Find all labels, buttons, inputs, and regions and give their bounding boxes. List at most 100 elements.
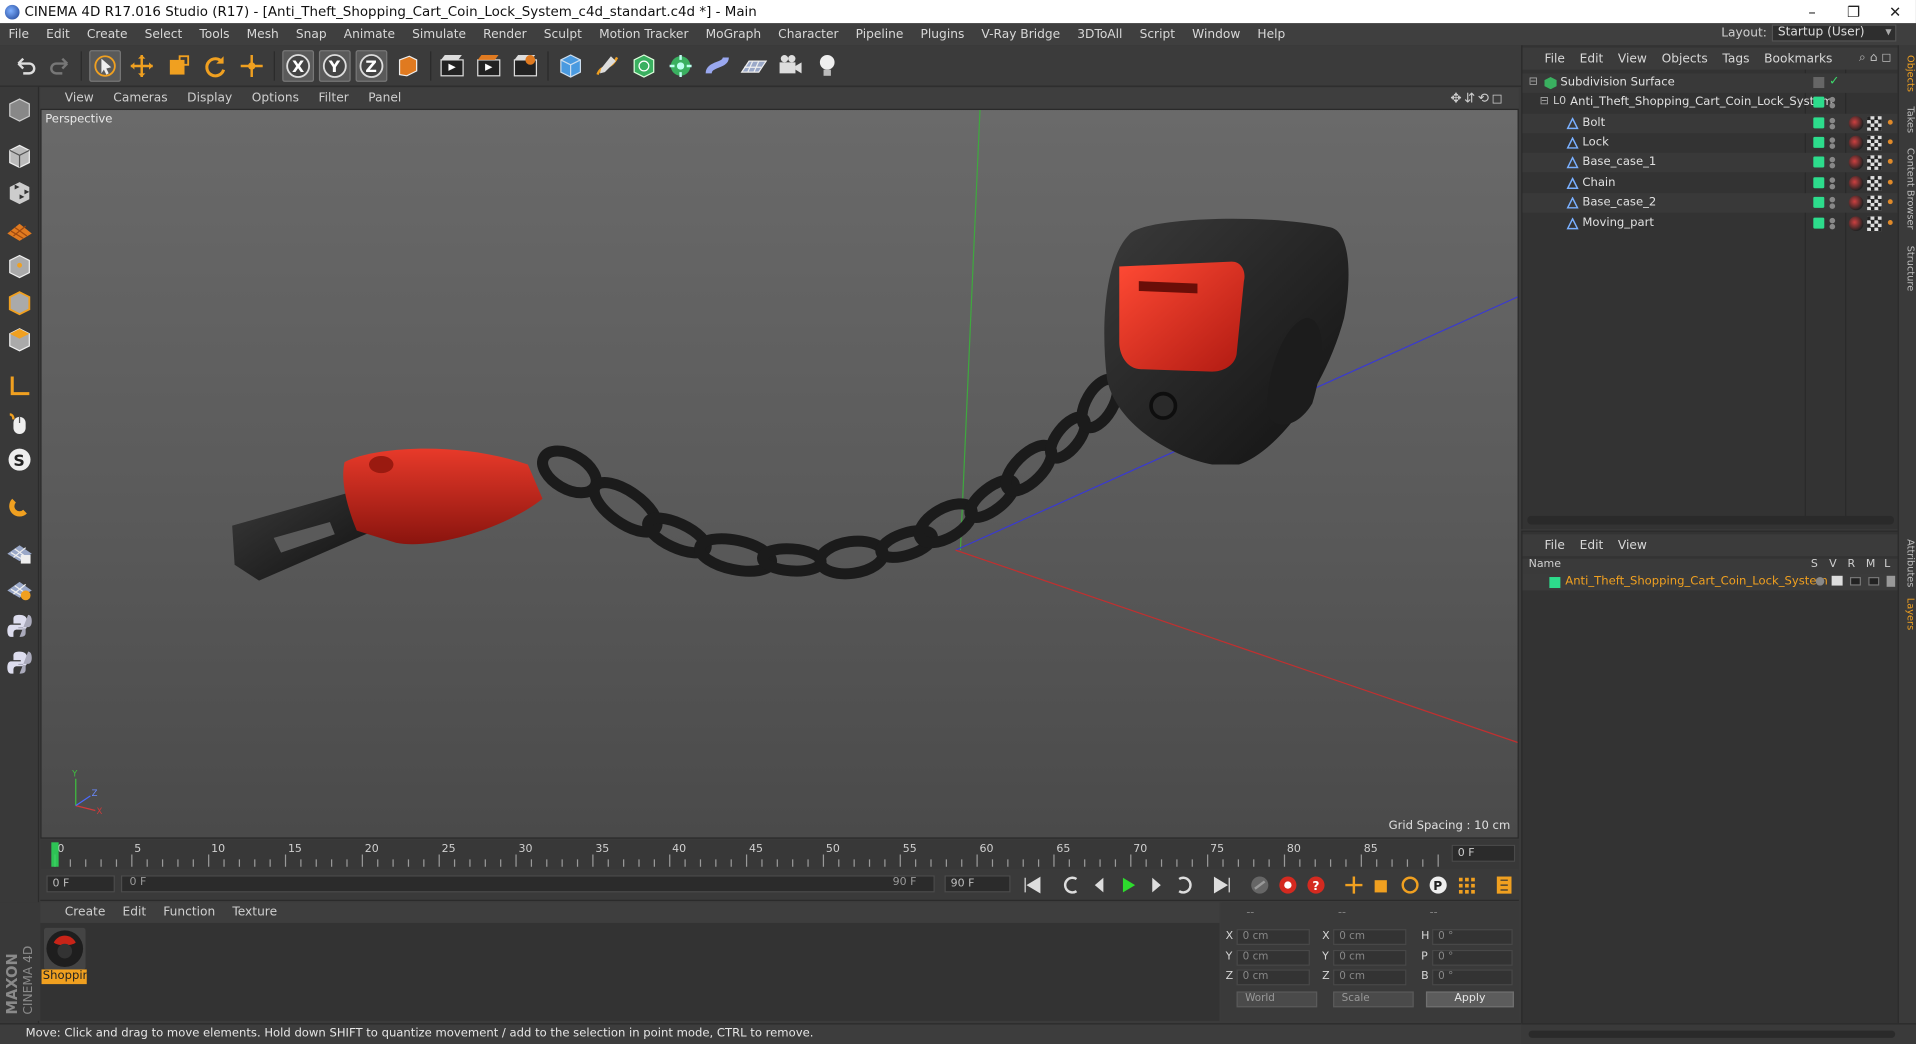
cloner-icon[interactable] [665,50,697,82]
viewport-menu-cameras[interactable]: Cameras [104,92,178,105]
keyframe-position-icon[interactable] [1342,873,1366,897]
render-to-picture-viewer-icon[interactable] [473,50,505,82]
coordinate-space-dropdown[interactable]: World [1236,991,1318,1008]
menu-character[interactable]: Character [770,28,847,41]
coord-pos-x-field[interactable]: 0 cm [1236,929,1310,945]
redo-icon[interactable] [44,50,76,82]
objects-horizontal-scrollbar[interactable] [1527,515,1894,525]
edges-mode-icon[interactable] [4,287,36,319]
make-editable-icon[interactable] [4,94,36,126]
objects-menu-edit[interactable]: Edit [1572,52,1610,65]
layer-col-view[interactable]: V [1829,559,1837,571]
menu-script[interactable]: Script [1131,28,1184,41]
coord-rot-h-field[interactable]: 0 ° [1432,929,1513,945]
polygons-mode-icon[interactable] [4,324,36,356]
menu-3dtoall[interactable]: 3DToAll [1069,28,1131,41]
layer-color-flag[interactable] [1813,136,1825,148]
collapse-icon[interactable]: ⊟ [1540,95,1549,107]
viewport-menu-options[interactable]: Options [242,92,309,105]
coord-size-z-field[interactable]: 0 cm [1333,969,1407,986]
play-forward-icon[interactable] [1116,873,1140,897]
layers-horizontal-scrollbar[interactable] [1528,1030,1896,1038]
menu-select[interactable]: Select [136,28,191,41]
menu-plugins[interactable]: Plugins [912,28,973,41]
render-view-icon[interactable] [436,50,468,82]
timeline-ruler[interactable]: 051015202530354045505560657075808590 0 F [40,839,1519,870]
keyframe-scale-icon[interactable] [1370,873,1394,897]
coord-rot-p-field[interactable]: 0 ° [1432,949,1513,966]
menu-render[interactable]: Render [475,28,536,41]
undo-icon[interactable] [10,50,42,82]
maximize-button[interactable]: ❐ [1833,0,1875,23]
layer-color-flag[interactable] [1813,177,1825,189]
visibility-dots[interactable]: ● ● [1829,156,1835,169]
pen-spline-icon[interactable] [591,50,623,82]
material-menu-texture[interactable]: Texture [224,906,286,919]
keyframe-parameter-icon[interactable]: P [1426,873,1450,897]
python-script-2-icon[interactable] [4,647,36,679]
previous-frame-icon[interactable] [1087,873,1111,897]
workplane-lock-icon[interactable] [4,537,36,569]
object-row-base-case-1[interactable]: Base_case_1 ● ● [1522,152,1899,173]
object-row-subdivision-surface[interactable]: ⊟ Subdivision Surface ✓ [1522,73,1899,93]
material-tag-icon[interactable] [1848,195,1864,211]
apply-button[interactable]: Apply [1425,991,1514,1008]
menu-help[interactable]: Help [1249,28,1294,41]
end-frame-field[interactable]: 90 F [944,875,1011,893]
python-script-icon[interactable] [4,610,36,642]
frame-range-slider[interactable]: 0 F 90 F [120,875,935,893]
move-tool-icon[interactable] [126,50,158,82]
objects-menu-bookmarks[interactable]: Bookmarks [1757,52,1840,65]
coord-rot-b-field[interactable]: 0 ° [1432,969,1513,986]
layer-row[interactable]: Anti_Theft_Shopping_Cart_Coin_Lock_Syste… [1522,573,1899,591]
visibility-dots[interactable]: ● ● [1829,217,1835,230]
texture-tag-icon[interactable] [1867,195,1882,211]
object-row-chain[interactable]: Chain ● ● [1522,174,1898,194]
coord-pos-z-field[interactable]: 0 cm [1236,969,1310,986]
layer-manager-toggle-icon[interactable] [1868,577,1880,586]
coord-pos-y-field[interactable]: 0 cm [1236,949,1310,966]
model-mode-icon[interactable] [4,141,36,173]
coordinate-system-icon[interactable] [392,50,424,82]
visibility-dots[interactable]: ● ● [1829,96,1835,109]
menu-pipeline[interactable]: Pipeline [847,28,912,41]
deformer-icon[interactable] [701,50,733,82]
object-row-lock[interactable]: Lock ● ● [1522,133,1898,153]
layer-color-flag[interactable] [1813,117,1825,129]
viewport-menu-display[interactable]: Display [177,92,242,105]
coord-size-x-field[interactable]: 0 cm [1333,929,1407,945]
y-axis-lock-icon[interactable]: Y [318,50,351,82]
material-name-label[interactable]: Shoppir [41,969,87,985]
tweak-mode-icon[interactable] [4,407,36,439]
subdivision-surface-icon[interactable] [628,50,660,82]
texture-tag-icon[interactable] [1867,116,1882,131]
menu-window[interactable]: Window [1184,28,1249,41]
object-row-bolt[interactable]: Bolt ● ● [1522,113,1899,134]
objects-menu-objects[interactable]: Objects [1654,52,1715,65]
object-row-base-case-2[interactable]: Base_case_2 ● ● [1522,193,1899,213]
rotate-tool-icon[interactable] [199,50,231,82]
visibility-dots[interactable]: ● ● [1829,136,1835,149]
timeline-ticks[interactable]: 051015202530354045505560657075808590 [45,840,1440,869]
render-settings-icon[interactable] [510,50,542,82]
menu-file[interactable]: File [0,28,38,41]
objects-menu-file[interactable]: File [1522,52,1572,65]
menu-create[interactable]: Create [78,28,136,41]
layer-lock-icon[interactable] [1886,575,1896,587]
layer-render-toggle-icon[interactable] [1849,577,1861,586]
workplane-snap-icon[interactable] [4,573,36,605]
material-tag-icon[interactable] [1848,116,1864,131]
viewport-menu-panel[interactable]: Panel [359,92,412,105]
material-menu-edit[interactable]: Edit [114,906,155,919]
snap-icon[interactable]: S [4,444,36,476]
enabled-check-icon[interactable]: ✓ [1829,75,1839,88]
texture-tag-icon[interactable] [1867,176,1882,191]
camera-object-icon[interactable] [775,50,807,82]
menu-mesh[interactable]: Mesh [238,28,287,41]
start-frame-field[interactable]: 0 F [46,875,115,893]
x-axis-lock-icon[interactable]: X [282,50,315,82]
points-mode-icon[interactable] [4,251,36,283]
material-tag-icon[interactable] [1848,155,1864,170]
viewport-menu-view[interactable]: View [40,92,103,105]
layer-color-flag[interactable] [1813,156,1825,168]
